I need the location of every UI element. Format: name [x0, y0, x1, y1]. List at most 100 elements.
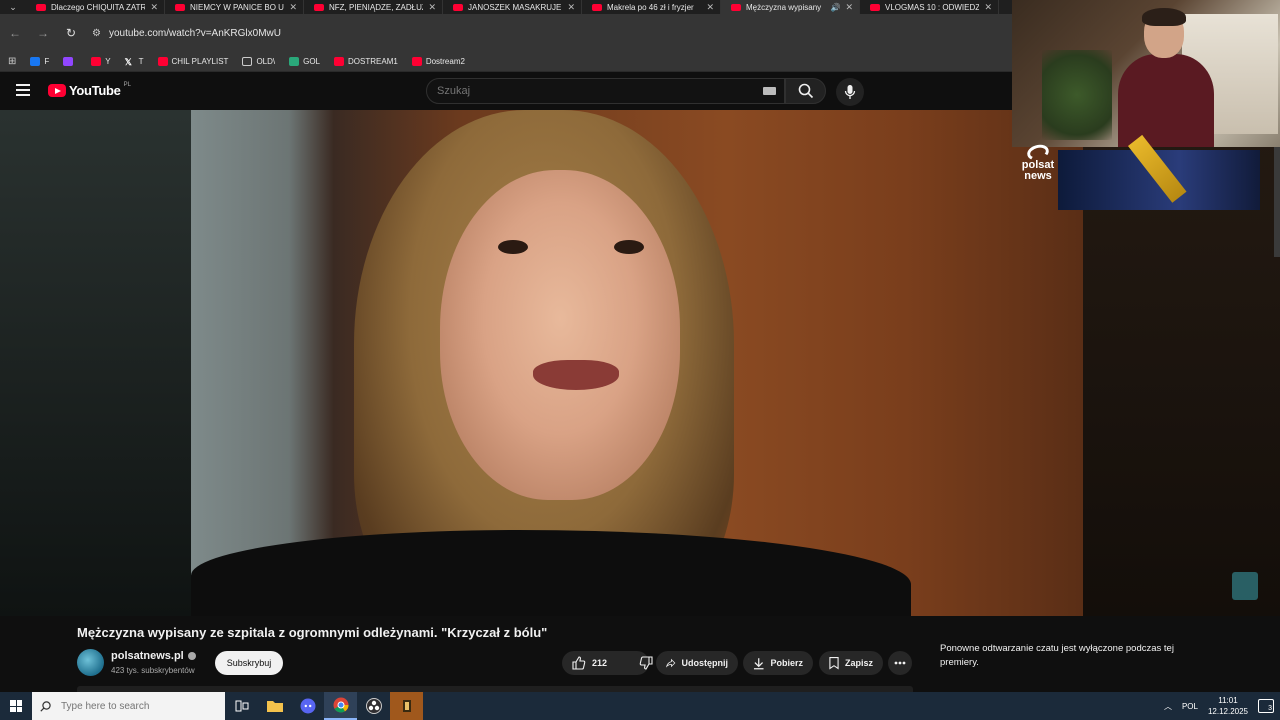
tab-title: NFZ, PIENIĄDZE, ZADŁUŻ	[329, 2, 424, 12]
browser-tab[interactable]: NIEMCY W PANICE BO US ✕	[165, 0, 304, 14]
reload-icon[interactable]: ↻	[64, 26, 78, 40]
page-scrollbar[interactable]	[1274, 147, 1280, 257]
apps-grid-icon[interactable]: ⊞	[8, 56, 16, 67]
tab-close-icon[interactable]: ✕	[984, 2, 992, 13]
webcam-overlay	[1012, 0, 1280, 147]
tab-close-icon[interactable]: ✕	[150, 2, 158, 13]
tray-expand-icon[interactable]: ︿	[1164, 701, 1172, 712]
voice-search-button[interactable]	[836, 78, 864, 106]
bookmark-item[interactable]: Dostream2	[411, 57, 465, 66]
download-button[interactable]: Pobierz	[743, 651, 813, 675]
menu-icon[interactable]	[16, 84, 30, 96]
chrome-button[interactable]	[324, 692, 357, 720]
bookmark-item[interactable]: CHIL PLAYLIST	[157, 57, 229, 66]
tab-close-icon[interactable]: ✕	[706, 2, 714, 13]
more-actions-button[interactable]	[888, 651, 912, 675]
folder-icon	[242, 57, 253, 66]
speaker-mouth	[533, 360, 619, 390]
tab-close-icon[interactable]: ✕	[845, 2, 853, 13]
bookmark-label: Y	[105, 57, 111, 66]
search-box[interactable]	[426, 78, 785, 104]
bookmark-label: Dostream2	[425, 57, 465, 66]
browser-tab[interactable]: NFZ, PIENIĄDZE, ZADŁUŻ ✕	[304, 0, 443, 14]
share-icon	[666, 658, 676, 668]
channel-name[interactable]: polsatnews.pl	[111, 650, 184, 662]
youtube-favicon-icon	[870, 3, 880, 11]
bookmark-label: F	[44, 57, 50, 66]
bookmark-item[interactable]	[63, 57, 77, 66]
tab-close-icon[interactable]: ✕	[567, 2, 575, 13]
tab-search-menu[interactable]: ⌄	[0, 0, 26, 14]
tab-close-icon[interactable]: ✕	[289, 2, 297, 13]
search-button[interactable]	[785, 78, 826, 104]
youtube-logo[interactable]: YouTube PL	[48, 82, 131, 98]
channel-name-row[interactable]: polsatnews.pl	[111, 650, 196, 662]
browser-tab[interactable]: Dlaczego CHIQUITA ZATR ✕	[26, 0, 165, 14]
youtube-icon	[334, 57, 345, 66]
share-button[interactable]: Udostępnij	[656, 651, 738, 675]
bookmark-label: CHIL PLAYLIST	[171, 57, 229, 66]
like-dislike-group: 212	[562, 651, 653, 675]
site-settings-icon[interactable]: ⚙	[92, 28, 101, 39]
start-button[interactable]	[0, 692, 32, 720]
gol-icon	[289, 57, 300, 66]
bookmark-item[interactable]: DOSTREAM1	[334, 57, 398, 66]
youtube-favicon-icon	[314, 3, 324, 11]
obs-icon	[365, 698, 382, 714]
clock[interactable]: 11:01 12.12.2025	[1208, 695, 1248, 717]
video-ambient-left	[0, 110, 191, 616]
tab-title: Dlaczego CHIQUITA ZATR	[51, 2, 146, 12]
browser-tab[interactable]: Makrela po 46 zł i fryzjer ✕	[582, 0, 721, 14]
discord-icon	[300, 698, 315, 714]
subscribe-button[interactable]: Subskrybuj	[215, 651, 283, 675]
tab-title: JANOSZEK MASAKRUJE S	[468, 2, 563, 12]
app-button-orange[interactable]	[390, 692, 423, 720]
webcam-plant	[1042, 50, 1112, 140]
url-text[interactable]: youtube.com/watch?v=AnKRGlx0MwU	[109, 28, 281, 39]
address-bar[interactable]: ⚙ youtube.com/watch?v=AnKRGlx0MwU	[92, 19, 1012, 47]
task-view-button[interactable]	[225, 692, 258, 720]
youtube-favicon-icon	[592, 3, 602, 11]
browser-tab[interactable]: JANOSZEK MASAKRUJE S ✕	[443, 0, 582, 14]
tab-title: Makrela po 46 zł i fryzjer	[607, 2, 694, 12]
language-indicator[interactable]: POL	[1182, 702, 1198, 711]
thumbs-up-icon	[572, 656, 586, 670]
forward-icon[interactable]: →	[36, 26, 50, 40]
youtube-play-icon	[48, 84, 66, 97]
youtube-favicon-icon	[731, 3, 741, 11]
thumbs-down-icon	[639, 656, 653, 670]
search-icon	[798, 83, 813, 99]
taskbar-search[interactable]	[32, 692, 225, 720]
file-explorer-button[interactable]	[258, 692, 291, 720]
bookmark-item[interactable]: F	[30, 57, 49, 66]
back-icon[interactable]: ←	[8, 26, 22, 40]
channel-avatar[interactable]	[77, 649, 104, 676]
tab-title: NIEMCY W PANICE BO US	[190, 2, 285, 12]
tab-audio-icon[interactable]: 🔊	[830, 3, 840, 12]
browser-tab[interactable]: VLOGMAS 10 : ODWIEDZ ✕	[860, 0, 999, 14]
bookmark-item[interactable]: Y	[91, 57, 111, 66]
obs-button[interactable]	[357, 692, 390, 720]
discord-button[interactable]	[291, 692, 324, 720]
bookmark-label: T	[138, 57, 144, 66]
notification-center-icon[interactable]: 3	[1258, 699, 1274, 713]
streamer-body	[1118, 54, 1214, 147]
like-button[interactable]: 212	[562, 651, 617, 675]
subscriber-count: 423 tys. subskrybentów	[111, 666, 195, 675]
search-input[interactable]	[437, 85, 763, 97]
keyboard-icon[interactable]	[763, 87, 776, 95]
verified-icon	[187, 652, 196, 660]
browser-tab[interactable]: Mężczyzna wypisany 🔊 ✕	[721, 0, 860, 14]
bookmark-item[interactable]: 𝕏T	[125, 57, 144, 67]
save-button[interactable]: Zapisz	[819, 651, 883, 675]
folder-icon	[266, 701, 283, 712]
like-count: 212	[592, 658, 608, 668]
streamer-hair	[1142, 8, 1186, 26]
taskbar-search-input[interactable]	[61, 700, 211, 712]
chrome-icon	[333, 697, 348, 713]
bookmark-item[interactable]: GOL	[289, 57, 320, 66]
bookmark-item[interactable]: OLD\	[242, 57, 275, 66]
channel-watermark-icon[interactable]	[1232, 572, 1258, 600]
tab-close-icon[interactable]: ✕	[428, 2, 436, 13]
bookmark-label: DOSTREAM1	[348, 57, 398, 66]
